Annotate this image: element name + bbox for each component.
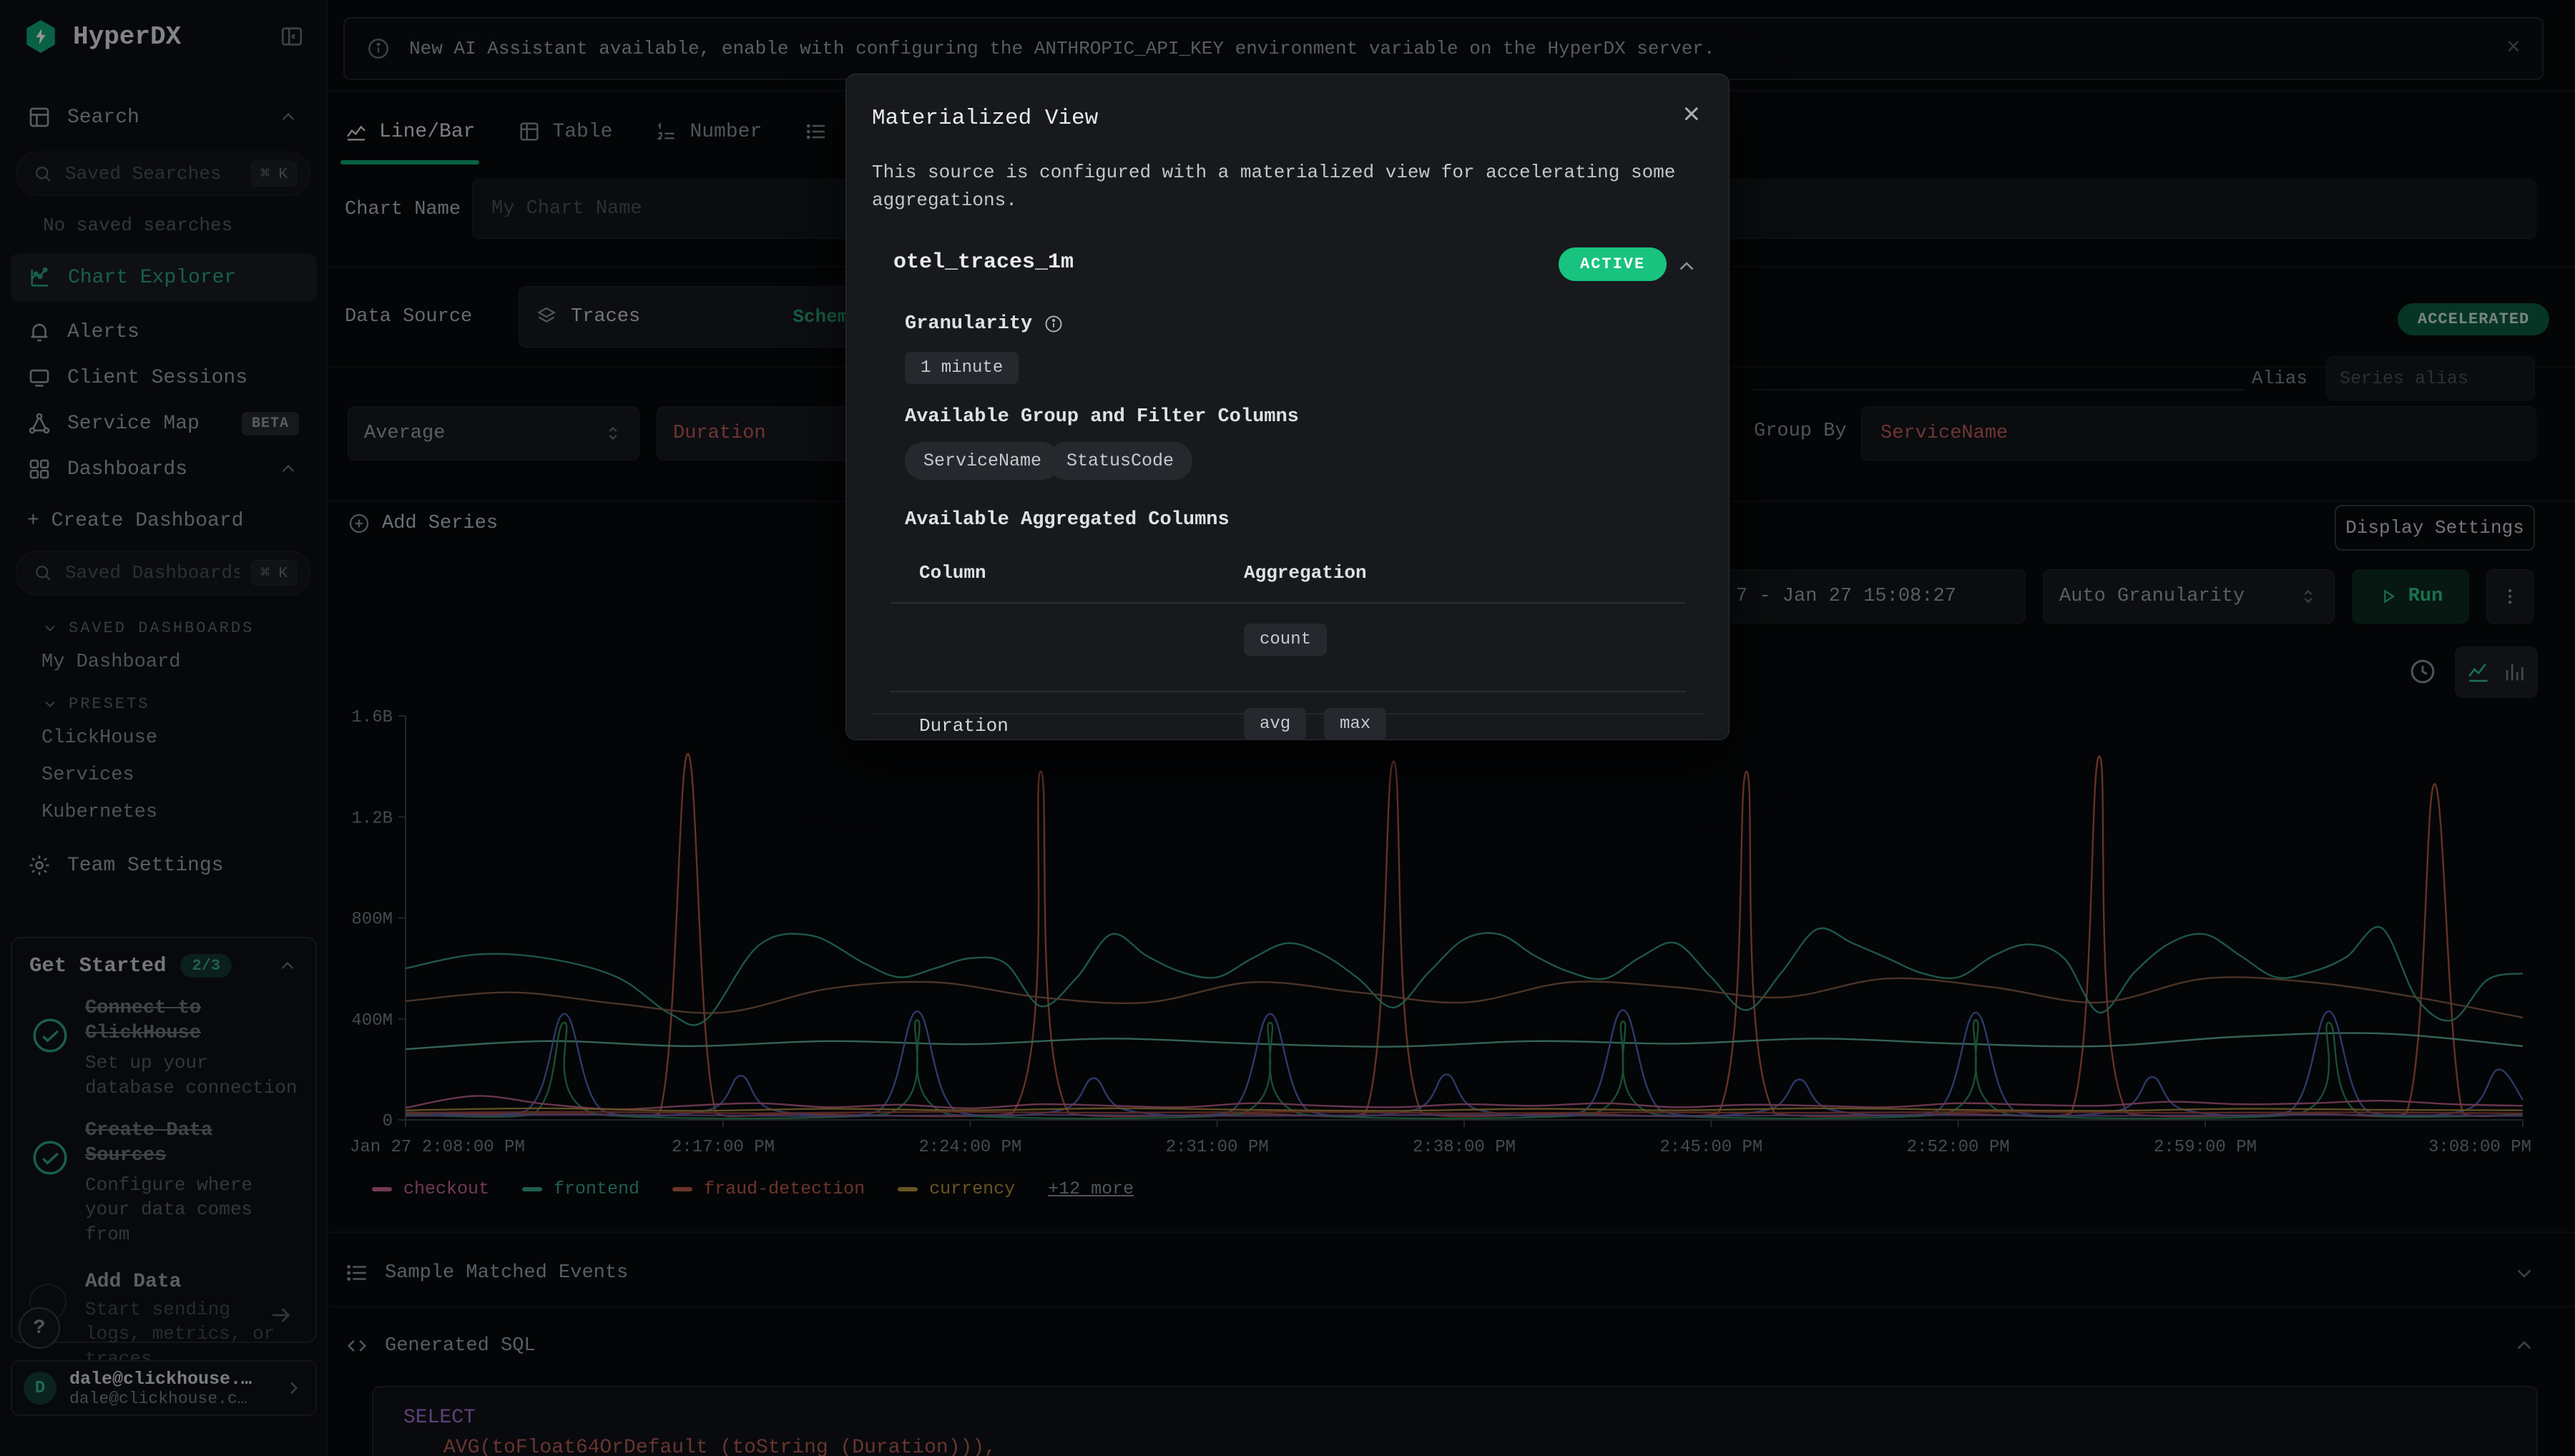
modal-title: Materialized View [872,106,1098,131]
table-header-column: Column [919,562,986,584]
app-root: HyperDX Search ⌘ K No saved searches Cha… [0,0,2575,1456]
granularity-row: Granularity [905,313,1064,335]
granularity-label: Granularity [905,313,1032,335]
modal-close-icon[interactable]: × [1682,99,1700,129]
table-header-aggregation: Aggregation [1244,562,1367,584]
column-chip: StatusCode [1048,442,1192,480]
aggregated-columns-label: Available Aggregated Columns [905,509,1230,531]
status-badge: ACTIVE [1559,247,1667,281]
table-cell-column: Duration [919,715,1009,737]
view-name: otel_traces_1m [893,250,1074,275]
info-icon[interactable] [1044,314,1064,334]
group-filter-columns-label: Available Group and Filter Columns [905,406,1299,428]
aggregation-chip: count [1244,624,1327,656]
chevron-up-icon[interactable] [1674,255,1699,279]
modal-description: This source is configured with a materia… [872,159,1687,215]
column-chip: ServiceName [905,442,1060,480]
materialized-view-modal: Materialized View × This source is confi… [845,74,1730,740]
granularity-value-chip: 1 minute [905,352,1019,384]
